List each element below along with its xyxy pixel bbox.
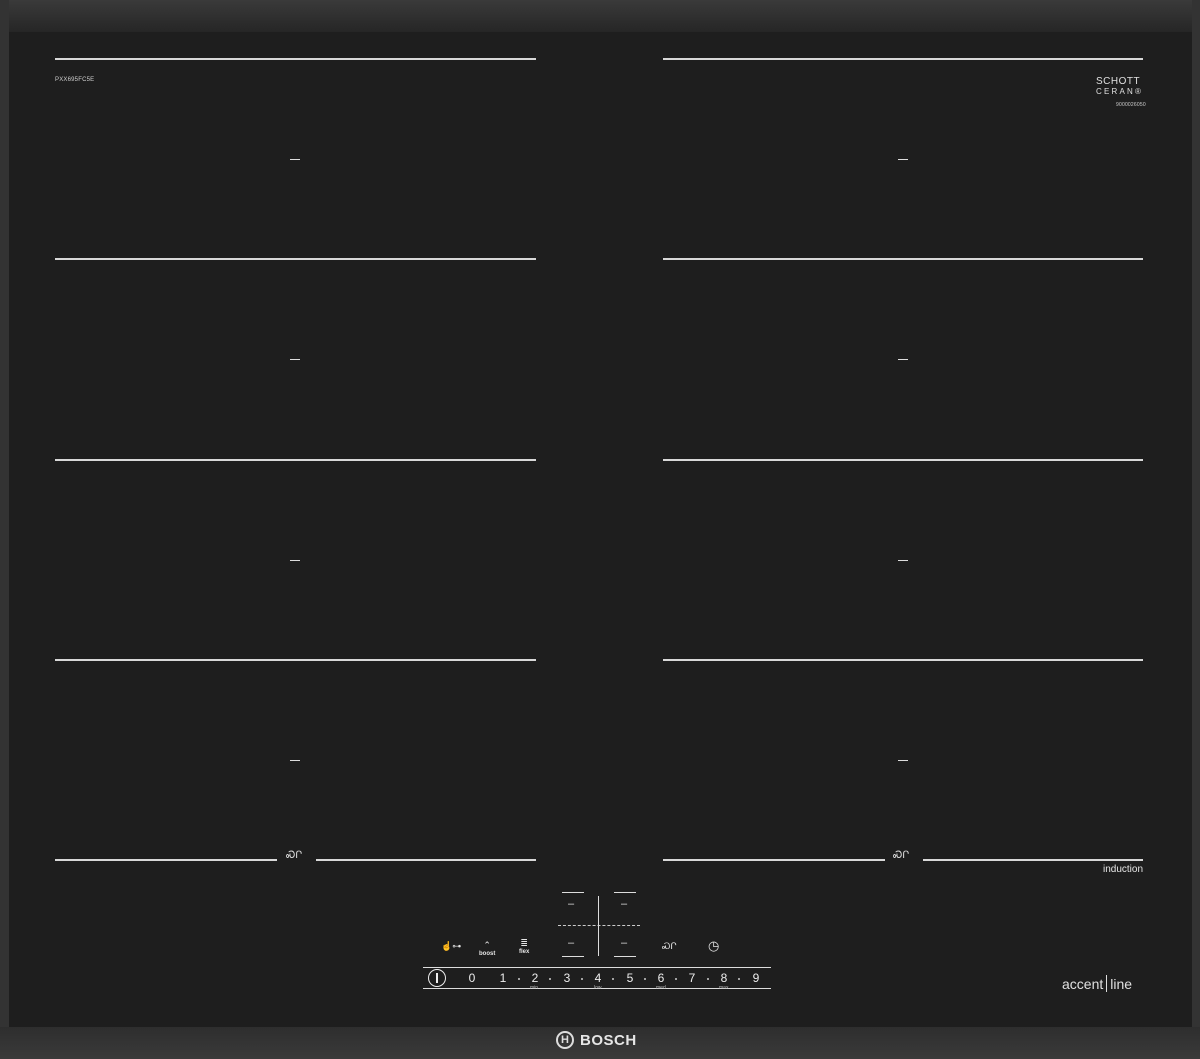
zone-line-right-bottom-a	[663, 859, 885, 861]
zone-line-left-4	[55, 659, 536, 661]
brand-name: BOSCH	[580, 1031, 637, 1049]
power-button[interactable]	[428, 969, 446, 987]
slider-dot	[549, 978, 551, 980]
move-icon: ᏍՐ	[662, 941, 677, 951]
slider-level-3[interactable]: 3	[560, 971, 574, 985]
slider-level-7[interactable]: 7	[685, 971, 699, 985]
child-lock-icon: ☝⊶	[441, 941, 462, 951]
slider-level-5[interactable]: 5	[623, 971, 637, 985]
slider-dot	[707, 978, 709, 980]
slider-label-med: med	[656, 985, 666, 991]
slider-level-9[interactable]: 9	[749, 971, 763, 985]
boost-button[interactable]: ⌃ boost	[479, 940, 495, 957]
zone-mark	[290, 359, 300, 360]
display-divider-dashed	[558, 925, 640, 927]
display-segment	[562, 892, 584, 893]
display-segment	[614, 956, 636, 957]
slider-level-0[interactable]: 0	[465, 971, 479, 985]
zone-line-right-2	[663, 258, 1143, 260]
glass-serial: 9000026050	[1116, 102, 1146, 108]
zone-line-right-3	[663, 459, 1143, 461]
child-lock-button[interactable]: ☝⊶	[441, 941, 461, 952]
zone-display-front-right[interactable]: –	[621, 898, 627, 910]
slider-top-line	[423, 967, 771, 968]
slider-label-max: max	[719, 985, 729, 991]
zone-line-right-4	[663, 659, 1143, 661]
bosch-armature-icon	[556, 1031, 574, 1049]
zone-mark	[898, 159, 908, 160]
slider-level-1[interactable]: 1	[496, 971, 510, 985]
zone-mark	[290, 560, 300, 561]
induction-label: induction	[1103, 864, 1144, 875]
model-code: PXX695FC5E	[55, 77, 95, 83]
slider-dot	[612, 978, 614, 980]
move-button[interactable]: ᏍՐ	[662, 941, 677, 952]
cooktop-frame-right	[1192, 0, 1200, 1059]
zone-display-rear-right[interactable]: –	[621, 937, 627, 949]
cooktop-frame-top	[0, 0, 1200, 32]
accent-line-logo: accent line	[1062, 975, 1133, 992]
zone-line-right-1	[663, 58, 1143, 60]
zone-line-left-bottom-a	[55, 859, 277, 861]
slider-dot	[644, 978, 646, 980]
cooktop-frame-left	[0, 0, 9, 1059]
zone-display-front-left[interactable]: –	[568, 898, 574, 910]
timer-icon: ◷	[708, 938, 720, 953]
zone-line-left-2	[55, 258, 536, 260]
slider-dot	[675, 978, 677, 980]
boost-icon: ⌃	[483, 940, 491, 950]
zone-line-left-bottom-b	[316, 859, 536, 861]
zone-mark	[898, 359, 908, 360]
flex-button[interactable]: ≣ flex	[519, 938, 529, 955]
slider-level-2[interactable]: 2	[528, 971, 542, 985]
flex-zone-icon-right: ᏍՐ	[893, 850, 910, 861]
ceramic-glass-surface	[9, 32, 1192, 1027]
zone-mark	[290, 760, 300, 761]
slider-level-8[interactable]: 8	[717, 971, 731, 985]
slider-label-min: min	[530, 985, 539, 991]
flex-label: flex	[519, 949, 530, 955]
boost-label: boost	[479, 951, 496, 957]
slider-dot	[738, 978, 740, 980]
zone-mark	[898, 760, 908, 761]
zone-mark	[290, 159, 300, 160]
display-divider-vertical	[598, 896, 599, 956]
zone-line-right-bottom-b	[923, 859, 1143, 861]
flex-icon: ≣	[520, 938, 528, 948]
slider-dot	[518, 978, 520, 980]
display-segment	[614, 892, 636, 893]
slider-label-low: low	[594, 985, 602, 991]
schott-ceran-logo: SCHOTT CERAN®	[1096, 76, 1144, 97]
display-segment	[562, 956, 584, 957]
bosch-logo: BOSCH	[556, 1031, 637, 1049]
slider-dot	[581, 978, 583, 980]
zone-display-rear-left[interactable]: –	[568, 937, 574, 949]
zone-mark	[898, 560, 908, 561]
slider-level-4[interactable]: 4	[591, 971, 605, 985]
flex-zone-icon-left: ᏍՐ	[286, 850, 303, 861]
zone-line-left-3	[55, 459, 536, 461]
zone-line-left-1	[55, 58, 536, 60]
timer-button[interactable]: ◷	[708, 938, 719, 954]
slider-level-6[interactable]: 6	[654, 971, 668, 985]
